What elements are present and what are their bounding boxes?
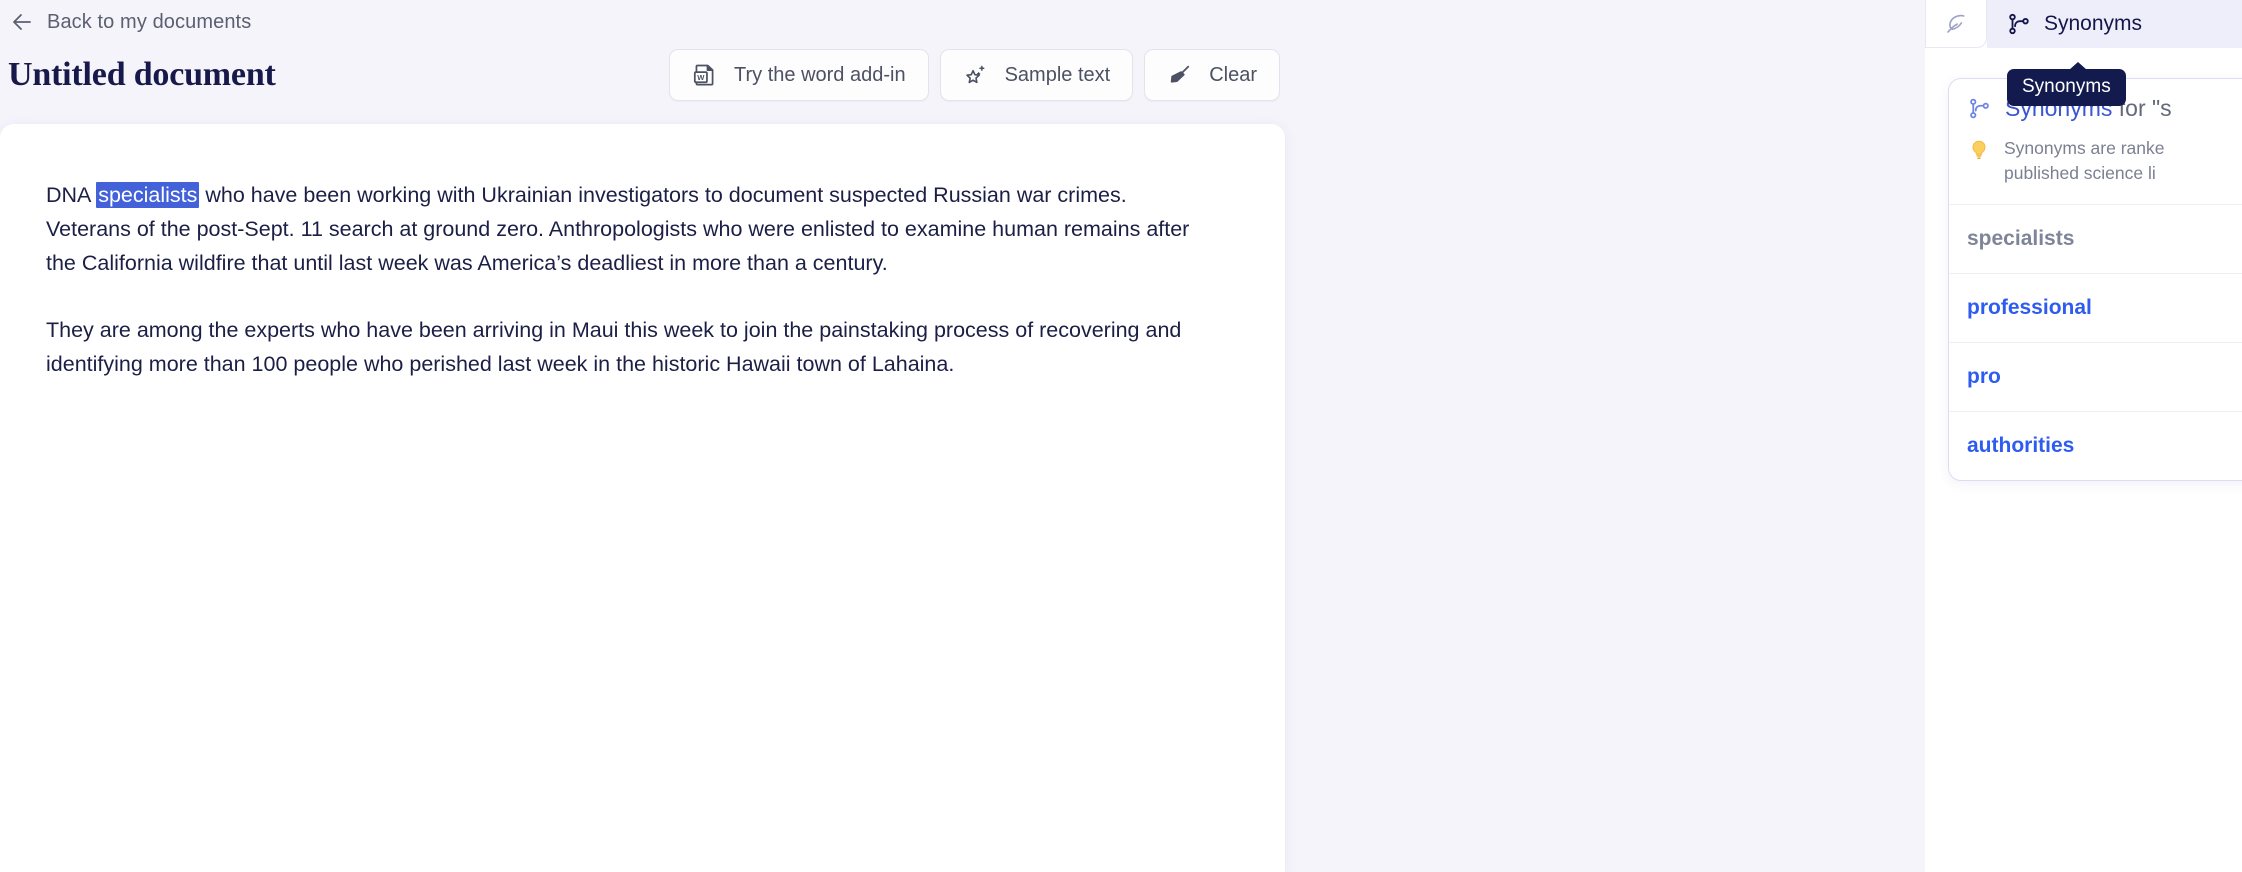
side-panel-region: Synonyms Synonyms Synonyms for "s Synony… bbox=[1925, 0, 2242, 872]
document-paragraph: DNA specialists who have been working wi… bbox=[46, 178, 1206, 280]
clear-label: Clear bbox=[1209, 63, 1257, 86]
lightbulb-icon bbox=[1967, 136, 1991, 162]
tab-writing-assistant[interactable] bbox=[1925, 0, 1987, 48]
synonyms-hint-row: Synonyms are ranke published science li bbox=[1967, 136, 2242, 186]
synonym-item-current: specialists bbox=[1949, 204, 2242, 273]
synonym-item[interactable]: authorities bbox=[1949, 411, 2242, 480]
word-document-icon: W bbox=[692, 62, 718, 88]
selected-word-highlight[interactable]: specialists bbox=[96, 182, 200, 208]
synonym-item[interactable]: pro bbox=[1949, 342, 2242, 411]
paragraph-text-before: DNA bbox=[46, 183, 97, 207]
git-branch-icon bbox=[1967, 96, 1992, 121]
sample-text-button[interactable]: Sample text bbox=[939, 49, 1134, 101]
clear-button[interactable]: Clear bbox=[1144, 49, 1280, 101]
tab-synonyms[interactable]: Synonyms bbox=[1987, 0, 2242, 48]
editor-region: Back to my documents Untitled document W… bbox=[0, 0, 1925, 872]
back-to-documents-link[interactable]: Back to my documents bbox=[10, 6, 251, 38]
paragraph-text-after: who have been working with Ukrainian inv… bbox=[46, 183, 1190, 275]
synonyms-hint-text: Synonyms are ranke published science li bbox=[2004, 138, 2165, 183]
feather-quill-icon bbox=[1943, 11, 1969, 37]
document-title[interactable]: Untitled document bbox=[8, 56, 276, 94]
sparkle-star-icon bbox=[963, 62, 989, 88]
svg-text:W: W bbox=[697, 73, 705, 82]
back-to-documents-label: Back to my documents bbox=[47, 10, 252, 33]
git-branch-icon bbox=[2006, 11, 2032, 37]
document-sheet[interactable]: DNA specialists who have been working wi… bbox=[0, 124, 1285, 872]
try-word-addin-button[interactable]: W Try the word add-in bbox=[669, 49, 929, 101]
document-paragraph: They are among the experts who have been… bbox=[46, 318, 1182, 376]
synonyms-tooltip: Synonyms bbox=[2007, 62, 2126, 106]
sample-text-label: Sample text bbox=[1004, 63, 1111, 86]
synonyms-card: Synonyms for "s Synonyms are ranke publi… bbox=[1948, 78, 2242, 481]
broom-icon bbox=[1167, 62, 1193, 88]
try-word-addin-label: Try the word add-in bbox=[734, 63, 906, 86]
synonym-item[interactable]: professional bbox=[1949, 273, 2242, 342]
app-root: Back to my documents Untitled document W… bbox=[0, 0, 2242, 872]
side-panel-tabs: Synonyms bbox=[1925, 0, 2242, 48]
document-editor-body[interactable]: DNA specialists who have been working wi… bbox=[46, 178, 1206, 381]
editor-toolbar: W Try the word add-in Sample text Clear bbox=[669, 49, 1280, 101]
tab-synonyms-label: Synonyms bbox=[2044, 12, 2143, 35]
arrow-left-icon bbox=[10, 10, 34, 34]
